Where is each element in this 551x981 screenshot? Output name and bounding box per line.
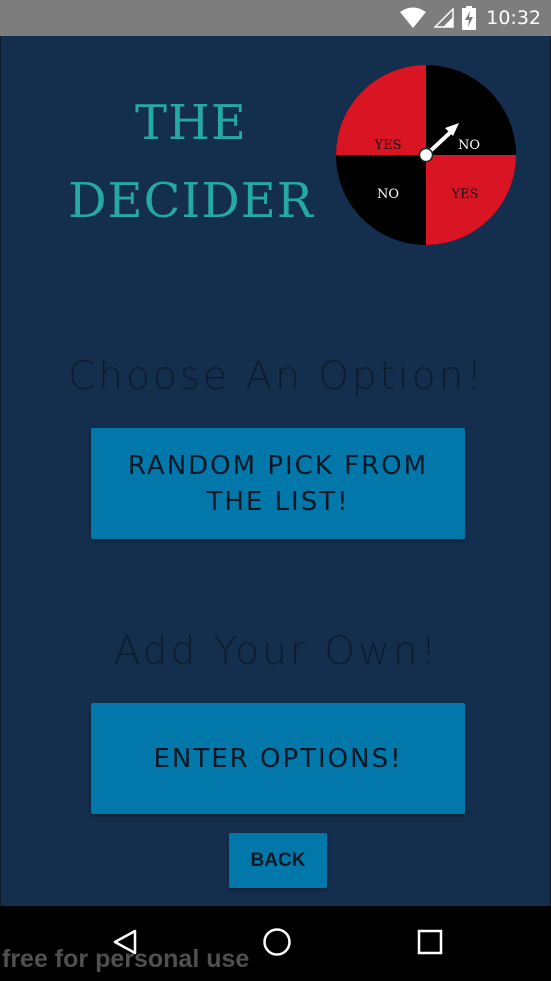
- add-your-own-heading: Add Your Own!: [113, 629, 440, 674]
- choose-option-heading: Choose An Option!: [68, 354, 485, 399]
- wheel-label-yes-top: YES: [374, 138, 402, 153]
- title-line-2: DECIDER: [68, 173, 314, 229]
- wheel-label-no-top: NO: [458, 138, 480, 153]
- wheel-label-no-bottom: NO: [377, 187, 399, 202]
- status-bar: 10:32: [0, 0, 551, 36]
- enter-options-label: ENTER OPTIONS!: [153, 743, 403, 774]
- app-content: THE DECIDER YES NO NO YES Choose An Opti…: [0, 36, 551, 906]
- random-pick-label-line-1: RANDOM PICK FROM: [127, 450, 429, 481]
- random-pick-label: RANDOM PICK FROM THE LIST!: [128, 448, 428, 520]
- title-line-1: THE: [135, 95, 247, 151]
- wheel-label-yes-bottom: YES: [451, 187, 479, 202]
- status-time: 10:32: [486, 7, 541, 29]
- battery-charging-icon: [462, 6, 477, 30]
- recents-square-icon[interactable]: [410, 922, 450, 962]
- phone-screen: 10:32 THE DECIDER YES NO NO YES Choose A…: [0, 0, 551, 981]
- random-pick-label-line-2: THE LIST!: [206, 486, 350, 517]
- cell-signal-icon: [434, 8, 454, 28]
- wifi-icon: [400, 7, 427, 28]
- status-icons: 10:32: [400, 0, 541, 36]
- back-button[interactable]: BACK: [229, 833, 327, 888]
- decision-wheel[interactable]: YES NO NO YES: [335, 64, 517, 246]
- home-circle-icon[interactable]: [257, 922, 297, 962]
- enter-options-button[interactable]: ENTER OPTIONS!: [91, 703, 465, 814]
- random-pick-button[interactable]: RANDOM PICK FROM THE LIST!: [91, 428, 465, 539]
- app-title: THE DECIDER: [61, 84, 321, 240]
- back-button-label: BACK: [250, 849, 306, 871]
- watermark-text: free for personal use: [2, 945, 250, 973]
